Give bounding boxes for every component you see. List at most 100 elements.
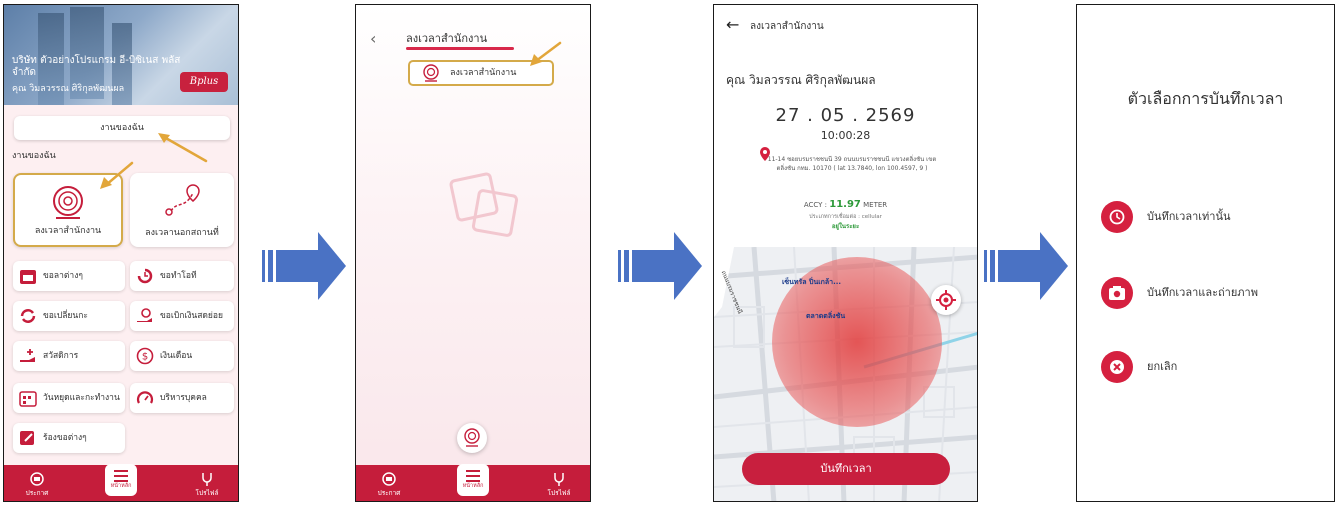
option-label: บันทึกเวลาเท่านั้น: [1147, 210, 1231, 223]
section-title: งานของฉัน: [12, 151, 56, 161]
employee-name: คุณ วิมลวรรณ ศิริกุลพัฒนผล: [726, 73, 876, 87]
nav-announcements[interactable]: ประกาศ: [12, 471, 62, 498]
accuracy-label: ACCY :: [803, 201, 828, 209]
map-poi: เซ็นทรัล ปิ่นเกล้า...: [782, 278, 842, 286]
menu-label: บริหารบุคคล: [160, 393, 207, 403]
menu-icon: [466, 470, 480, 482]
menu-label: ขอลาต่างๆ: [43, 271, 83, 281]
close-icon: [1110, 360, 1124, 374]
nav-label: โปรไฟล์: [195, 489, 219, 497]
menu-label: สวัสดิการ: [43, 351, 79, 361]
option-label: ยกเลิก: [1147, 360, 1178, 373]
menu-item-welfare[interactable]: สวัสดิการ: [13, 341, 125, 371]
svg-text:$: $: [142, 352, 148, 363]
option-time-only[interactable]: บันทึกเวลาเท่านั้น: [1101, 201, 1321, 235]
checkin-time: 10:00:28: [820, 129, 871, 142]
clock-arrow-icon: [137, 268, 153, 284]
back-icon[interactable]: ‹: [370, 29, 376, 48]
brand-logo: Bplus: [180, 72, 228, 92]
checkin-date: 27 . 05 . 2569: [775, 105, 916, 126]
nav-profile[interactable]: โปรไฟล์: [534, 471, 584, 498]
fingerprint-location-icon: [53, 186, 83, 219]
menu-item-shift-change[interactable]: ขอเปลี่ยนกะ: [13, 301, 125, 331]
fingerprint-location-icon: [423, 64, 439, 82]
time-record-options-screen: ตัวเลือกการบันทึกเวลา บันทึกเวลาเท่านั้น…: [1076, 4, 1335, 502]
page-title: ลงเวลาสำนักงาน: [750, 21, 824, 32]
menu-label: ขอเปลี่ยนกะ: [43, 311, 88, 321]
calendar-icon: [20, 270, 36, 284]
menu-item-hr-management[interactable]: บริหารบุคคล: [130, 383, 234, 413]
option-label: ลงเวลาสำนักงาน: [450, 68, 517, 78]
company-banner: บริษัท ตัวอย่างโปรแกรม อี-บิซิเนส พลัส จ…: [4, 5, 238, 115]
option-label: บันทึกเวลาและถ่ายภาพ: [1147, 286, 1258, 299]
menu-item-overtime[interactable]: ขอทำโอที: [130, 261, 234, 291]
map-poi: ตลาดตลิ่งชัน: [806, 312, 846, 320]
home-screen: บริษัท ตัวอย่างโปรแกรม อี-บิซิเนส พลัส จ…: [3, 4, 239, 502]
nav-home[interactable]: หน้าหลัก: [457, 464, 489, 496]
menu-item-leave[interactable]: ขอลาต่างๆ: [13, 261, 125, 291]
bottom-nav: ประกาศ หน้าหลัก โปรไฟล์: [4, 464, 238, 501]
hand-money-icon: [137, 308, 152, 322]
nav-label: หน้าหลัก: [110, 483, 132, 489]
office-checkin-screen: ‹ ลงเวลาสำนักงาน ลงเวลาสำนักงาน ประกาศ ห…: [355, 4, 591, 502]
nav-label: ประกาศ: [377, 489, 401, 497]
dollar-icon: $: [136, 347, 154, 365]
accuracy-unit: METER: [863, 201, 888, 209]
menu-label: วันหยุดและกะทำงาน: [43, 393, 120, 403]
flow-arrow-icon: [618, 232, 702, 300]
menu-label: ขอทำโอที: [160, 271, 197, 281]
flow-arrow-icon: [262, 232, 346, 300]
menu-item-petty-cash[interactable]: ขอเบิกเงินสดย่อย: [130, 301, 234, 331]
menu-icon: [114, 470, 128, 482]
nav-announcements[interactable]: ประกาศ: [364, 471, 414, 498]
decorative-shapes: [449, 172, 519, 237]
profile-icon: [554, 473, 564, 486]
clock-icon: [1109, 209, 1125, 225]
camera-icon: [1109, 286, 1125, 300]
page-title: ลงเวลาสำนักงาน: [406, 32, 488, 45]
tile-label: ลงเวลานอกสถานที่: [145, 228, 219, 238]
nav-label: หน้าหลัก: [462, 483, 484, 489]
title-underline: [406, 47, 514, 50]
company-name: บริษัท ตัวอย่างโปรแกรม อี-บิซิเนส พลัส จ…: [12, 55, 181, 78]
option-cancel[interactable]: ยกเลิก: [1101, 351, 1321, 385]
nav-home[interactable]: หน้าหลัก: [105, 464, 137, 496]
menu-label: ขอเบิกเงินสดย่อย: [160, 311, 224, 321]
fingerprint-location-icon: [464, 428, 480, 447]
network-type: ประเภทการเชื่อมต่อ : cellular: [809, 214, 882, 220]
swap-icon: [20, 309, 36, 323]
user-name: คุณ วิมลวรรณ ศิริกุลพัฒนผล: [12, 84, 125, 94]
megaphone-icon: [30, 472, 44, 486]
menu-item-holidays-shifts[interactable]: วันหยุดและกะทำงาน: [13, 383, 125, 413]
nav-profile[interactable]: โปรไฟล์: [182, 471, 232, 498]
address-text: 11-14 ซอยบรมราชชนนี 39 ถนนบรมราชชนนี แขว…: [767, 156, 937, 172]
option-time-and-photo[interactable]: บันทึกเวลาและถ่ายภาพ: [1101, 277, 1321, 311]
nav-label: ประกาศ: [25, 489, 49, 497]
tile-offsite-checkin[interactable]: ลงเวลานอกสถานที่: [130, 173, 234, 247]
back-arrow-icon[interactable]: ←: [726, 15, 739, 34]
megaphone-icon: [382, 472, 396, 486]
crosshair-icon: [936, 290, 956, 310]
menu-item-salary[interactable]: $ เงินเดือน: [130, 341, 234, 371]
profile-icon: [202, 473, 212, 486]
pointer-arrow-icon: [158, 133, 208, 163]
menu-label: เงินเดือน: [160, 351, 193, 361]
dialog-title: ตัวเลือกการบันทึกเวลา: [1127, 89, 1284, 108]
tile-label: ลงเวลาสำนักงาน: [34, 226, 102, 236]
save-time-button[interactable]: บันทึกเวลา: [742, 453, 950, 485]
accuracy-readout: ACCY : 11.97 METER: [714, 199, 977, 210]
bottom-nav: ประกาศ หน้าหลัก โปรไฟล์: [356, 464, 590, 501]
menu-label: ร้องขอต่างๆ: [43, 433, 87, 443]
accuracy-value: 11.97: [829, 199, 861, 210]
benefit-icon: [20, 349, 35, 362]
gauge-icon: [136, 391, 154, 404]
checkin-fab[interactable]: [457, 423, 487, 453]
edit-icon: [20, 431, 34, 445]
checkin-detail-screen: ← ลงเวลาสำนักงาน คุณ วิมลวรรณ ศิริกุลพัฒ…: [713, 4, 978, 502]
menu-item-requests[interactable]: ร้องขอต่างๆ: [13, 423, 125, 453]
route-pin-icon: [165, 184, 200, 216]
calendar-grid-icon: [19, 391, 37, 407]
my-location-button[interactable]: [931, 285, 961, 315]
flow-arrow-icon: [984, 232, 1068, 300]
pointer-arrow-icon: [530, 41, 562, 66]
